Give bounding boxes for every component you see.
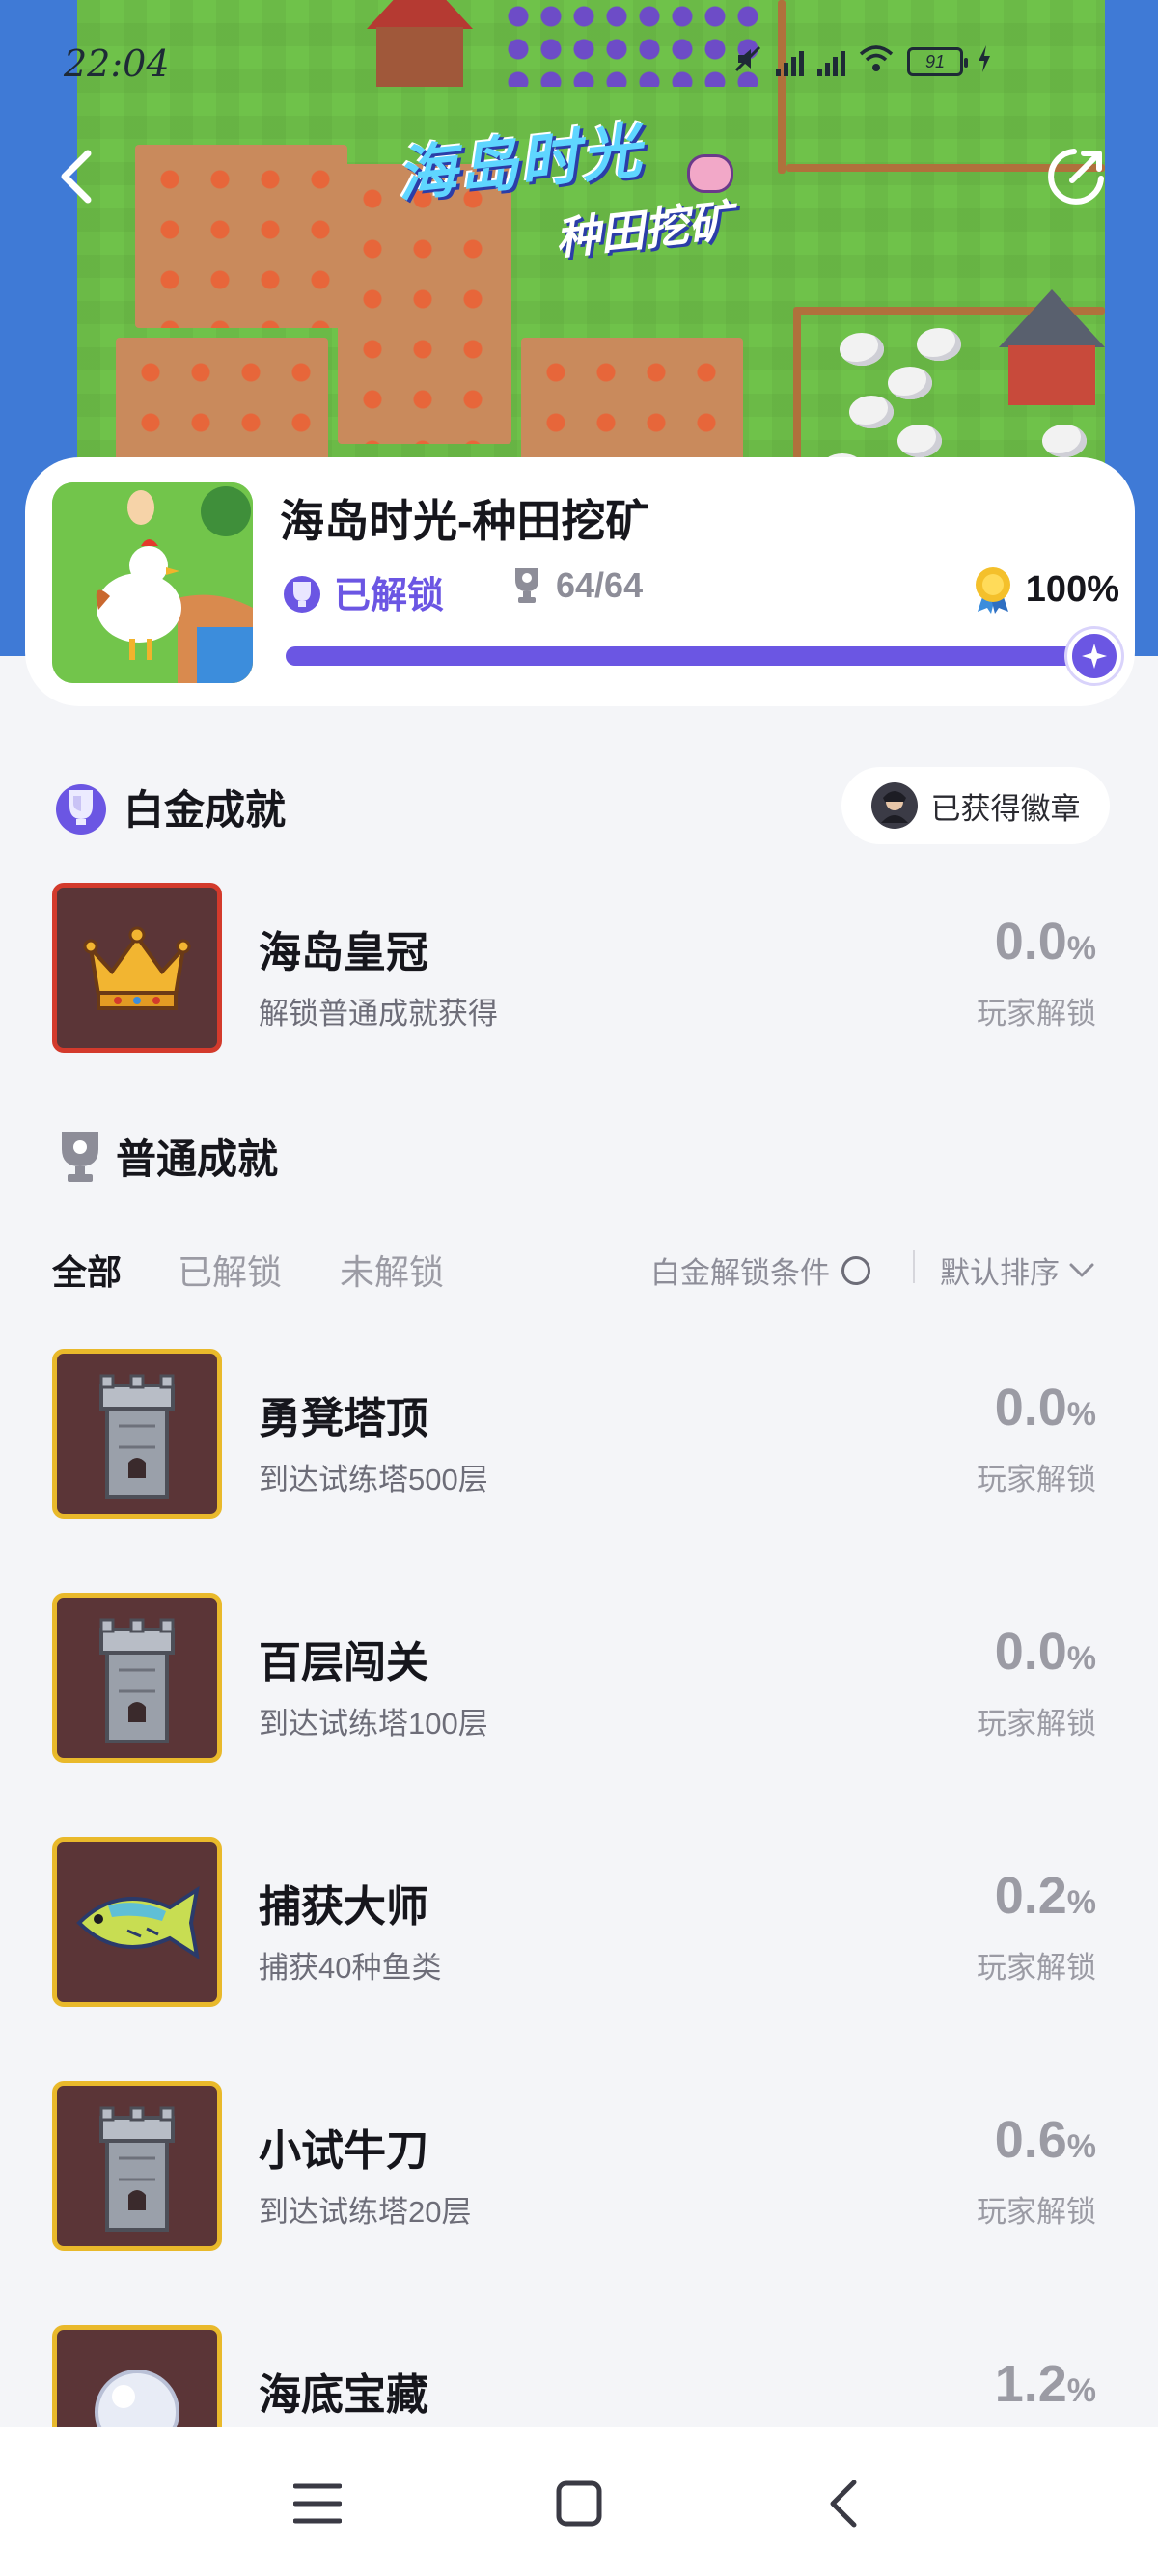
chevron-down-icon bbox=[1069, 1263, 1094, 1276]
achievement-rate-label: 玩家解锁 bbox=[977, 1463, 1096, 1496]
wifi-icon bbox=[859, 44, 894, 79]
achievement-count-label: 64/64 bbox=[556, 565, 644, 605]
achievement-rate-label: 玩家解锁 bbox=[977, 2195, 1096, 2229]
crown-icon bbox=[52, 883, 222, 1053]
menu-button[interactable] bbox=[284, 2470, 351, 2537]
platinum-section-title: 白金成就 bbox=[124, 787, 287, 833]
tab-locked[interactable]: 未解锁 bbox=[340, 1245, 444, 1295]
achievement-rate-label: 玩家解锁 bbox=[977, 1707, 1096, 1740]
chicken-game-icon bbox=[52, 482, 253, 683]
normal-section-title: 普通成就 bbox=[116, 1137, 279, 1182]
menu-icon bbox=[293, 2483, 342, 2524]
game-stats-row: 已解锁 64/64 100% bbox=[280, 565, 1119, 617]
earned-badge-button[interactable]: 已获得徽章 bbox=[841, 767, 1110, 844]
list-item[interactable]: 勇凳塔顶 到达试练塔500层 0.0% 玩家解锁 bbox=[0, 1349, 1158, 1522]
signal-2-icon bbox=[817, 47, 845, 76]
achievement-rate: 0.0% bbox=[994, 1379, 1096, 1437]
share-button[interactable] bbox=[1042, 143, 1110, 210]
tab-unlocked[interactable]: 已解锁 bbox=[178, 1245, 282, 1295]
achievement-rate: 0.0% bbox=[994, 1623, 1096, 1681]
tab-all[interactable]: 全部 bbox=[52, 1245, 122, 1295]
home-button[interactable] bbox=[545, 2470, 613, 2537]
filter-divider bbox=[913, 1250, 915, 1283]
mute-icon bbox=[733, 44, 762, 79]
achievement-title: 勇凳塔顶 bbox=[259, 1395, 428, 1442]
filter-bar: 全部 已解锁 未解锁 白金解锁条件 默认排序 bbox=[0, 1245, 1158, 1293]
achievement-desc: 捕获40种鱼类 bbox=[259, 1951, 442, 1985]
achievement-title: 捕获大师 bbox=[259, 1883, 428, 1931]
achievement-desc: 到达试练塔20层 bbox=[259, 2195, 472, 2229]
share-icon bbox=[1048, 149, 1104, 205]
tower-icon bbox=[52, 1593, 222, 1763]
progress-fill bbox=[286, 646, 1108, 666]
sort-label: 默认排序 bbox=[940, 1256, 1060, 1290]
radio-icon bbox=[841, 1255, 870, 1285]
achievement-count: 64/64 bbox=[511, 565, 643, 606]
achievement-rate-label: 玩家解锁 bbox=[977, 1951, 1096, 1985]
list-item[interactable]: 捕获大师 捕获40种鱼类 0.2% 玩家解锁 bbox=[0, 1837, 1158, 2011]
tower-icon bbox=[52, 2081, 222, 2251]
achievement-rate: 1.2% bbox=[994, 2355, 1096, 2413]
square-home-icon bbox=[556, 2480, 602, 2527]
badge-avatar-icon bbox=[870, 782, 918, 829]
chevron-left-icon bbox=[830, 2480, 857, 2528]
unlocked-label: 已解锁 bbox=[334, 576, 445, 617]
system-back-button[interactable] bbox=[809, 2470, 876, 2537]
achievement-title: 百层闯关 bbox=[259, 1639, 428, 1686]
sort-dropdown[interactable]: 默认排序 bbox=[940, 1248, 1094, 1292]
achievement-rate-label: 玩家解锁 bbox=[977, 997, 1096, 1030]
signal-icon bbox=[776, 47, 804, 76]
achievement-rate: 0.2% bbox=[994, 1867, 1096, 1925]
achievement-title: 海底宝藏 bbox=[259, 2371, 428, 2419]
normal-section-header: 普通成就 bbox=[58, 1127, 278, 1186]
platinum-condition-label: 白金解锁条件 bbox=[650, 1256, 830, 1290]
fish-icon bbox=[52, 1837, 222, 2007]
unlocked-status: 已解锁 bbox=[280, 565, 444, 618]
achievement-desc: 到达试练塔100层 bbox=[259, 1707, 488, 1740]
platinum-trophy-icon bbox=[284, 575, 320, 613]
progress-knob bbox=[1067, 629, 1121, 683]
sparkle-icon bbox=[1082, 644, 1107, 669]
tower-icon bbox=[52, 1349, 222, 1519]
chevron-left-icon bbox=[61, 150, 92, 204]
status-time: 22:04 bbox=[64, 42, 170, 85]
game-icon[interactable] bbox=[52, 482, 253, 683]
game-info-card: 海岛时光-种田挖矿 已解锁 64/64 100% bbox=[25, 457, 1135, 706]
trophy-icon bbox=[515, 568, 538, 603]
achievement-rate: 0.0% bbox=[994, 913, 1096, 971]
back-button[interactable] bbox=[42, 143, 110, 210]
achievement-title: 小试牛刀 bbox=[259, 2127, 428, 2175]
achievement-desc: 到达试练塔500层 bbox=[259, 1463, 488, 1496]
trophy-icon bbox=[62, 1131, 98, 1182]
completion-percent: 100% bbox=[972, 565, 1119, 614]
achievement-title: 海岛皇冠 bbox=[259, 929, 428, 976]
completion-label: 100% bbox=[1025, 568, 1119, 610]
medal-icon bbox=[975, 567, 1010, 614]
platinum-achievement-row[interactable]: 海岛皇冠 解锁普通成就获得 0.0% 玩家解锁 bbox=[0, 883, 1158, 1056]
platinum-condition-toggle[interactable]: 白金解锁条件 bbox=[650, 1248, 870, 1292]
platinum-section-header: 白金成就 bbox=[52, 778, 286, 836]
achievement-desc: 解锁普通成就获得 bbox=[259, 997, 498, 1030]
charging-icon bbox=[977, 45, 992, 78]
battery-icon: 91 bbox=[907, 47, 968, 76]
game-title: 海岛时光-种田挖矿 bbox=[280, 496, 650, 546]
platinum-trophy-icon bbox=[56, 783, 106, 835]
system-nav-bar bbox=[0, 2427, 1158, 2576]
list-item[interactable]: 小试牛刀 到达试练塔20层 0.6% 玩家解锁 bbox=[0, 2081, 1158, 2255]
status-icons: 91 bbox=[733, 44, 992, 79]
achievement-rate: 0.6% bbox=[994, 2111, 1096, 2169]
completion-progress-bar bbox=[286, 629, 1121, 683]
earned-badge-label: 已获得徽章 bbox=[930, 791, 1081, 826]
list-item[interactable]: 百层闯关 到达试练塔100层 0.0% 玩家解锁 bbox=[0, 1593, 1158, 1767]
